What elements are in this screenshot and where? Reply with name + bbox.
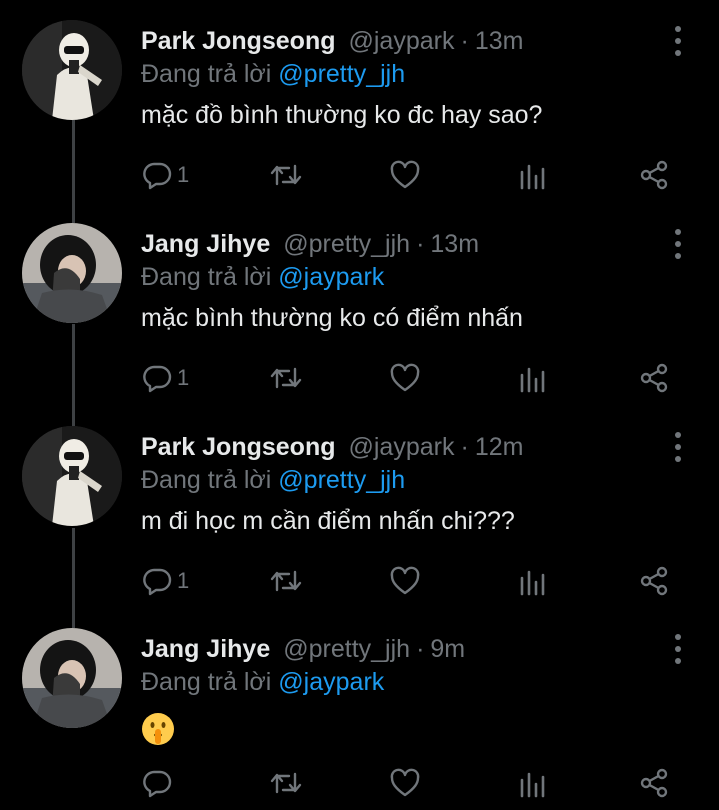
replying-to: Đang trả lời @pretty_jjh: [141, 466, 405, 495]
share-button[interactable]: [638, 561, 670, 601]
retweet-icon: [270, 164, 302, 186]
share-icon: [640, 768, 668, 798]
avatar[interactable]: [22, 20, 122, 120]
separator: ·: [460, 26, 469, 55]
reply-icon: [143, 365, 172, 393]
reply-button[interactable]: 1: [141, 155, 189, 195]
author-handle[interactable]: @pretty_jjh: [283, 230, 410, 259]
replying-to: Đang trả lời @jaypark: [141, 668, 384, 697]
like-button[interactable]: [389, 155, 421, 195]
tweet-actions: [141, 763, 681, 803]
tweet-header: Park Jongseong @jaypark · 12m: [141, 430, 523, 464]
tweet-header: Park Jongseong @jaypark · 13m: [141, 24, 523, 58]
more-options-icon[interactable]: [666, 26, 690, 56]
share-icon: [640, 566, 668, 596]
like-button[interactable]: [389, 561, 421, 601]
tweet-text: mặc bình thường ko có điểm nhấn: [141, 304, 523, 332]
share-button[interactable]: [638, 155, 670, 195]
reply-icon: [143, 568, 172, 596]
timestamp[interactable]: 13m: [430, 230, 479, 259]
analytics-icon: [520, 772, 545, 798]
replying-to-label: Đang trả lời: [141, 668, 272, 696]
mention-link[interactable]: @jaypark: [278, 668, 384, 696]
mention-link[interactable]: @pretty_jjh: [278, 60, 405, 88]
analytics-icon: [520, 367, 545, 393]
mention-link[interactable]: @jaypark: [278, 263, 384, 291]
share-icon: [640, 160, 668, 190]
analytics-icon: [520, 570, 545, 596]
analytics-icon: [520, 164, 545, 190]
reply-button[interactable]: 1: [141, 358, 189, 398]
reply-count: 1: [177, 162, 190, 187]
more-options-icon[interactable]: [666, 634, 690, 664]
replying-to: Đang trả lời @jaypark: [141, 263, 384, 292]
like-button[interactable]: [389, 358, 421, 398]
tweet-actions: 1: [141, 561, 681, 601]
timestamp[interactable]: 12m: [475, 433, 524, 462]
author-name[interactable]: Park Jongseong: [141, 27, 336, 56]
share-button[interactable]: [638, 358, 670, 398]
retweet-button[interactable]: [269, 358, 303, 398]
reply-count: 1: [177, 568, 190, 593]
tweet[interactable]: Jang Jihye @pretty_jjh · 9m Đang trả lời…: [0, 608, 719, 810]
shushing-face-emoji: [142, 713, 174, 745]
author-handle[interactable]: @jaypark: [349, 433, 455, 462]
timestamp[interactable]: 13m: [475, 27, 524, 56]
tweet-text: m đi học m cần điểm nhấn chi???: [141, 507, 515, 535]
separator: ·: [416, 229, 425, 258]
replying-to-label: Đang trả lời: [141, 263, 272, 291]
author-handle[interactable]: @pretty_jjh: [283, 635, 410, 664]
share-icon: [640, 363, 668, 393]
retweet-button[interactable]: [269, 561, 303, 601]
avatar[interactable]: [22, 628, 122, 728]
like-icon: [390, 566, 420, 595]
replying-to-label: Đang trả lời: [141, 60, 272, 88]
retweet-icon: [270, 772, 302, 794]
author-name[interactable]: Park Jongseong: [141, 433, 336, 462]
avatar[interactable]: [22, 223, 122, 323]
analytics-button[interactable]: [517, 763, 547, 803]
analytics-button[interactable]: [517, 155, 547, 195]
reply-icon: [143, 162, 172, 190]
separator: ·: [416, 634, 425, 663]
replying-to-label: Đang trả lời: [141, 466, 272, 494]
tweet-header: Jang Jihye @pretty_jjh · 13m: [141, 227, 479, 261]
timestamp[interactable]: 9m: [430, 635, 465, 664]
reply-count: 1: [177, 365, 190, 390]
author-handle[interactable]: @jaypark: [349, 27, 455, 56]
like-icon: [390, 363, 420, 392]
tweet[interactable]: Park Jongseong @jaypark · 13m Đang trả l…: [0, 0, 719, 202]
tweet[interactable]: Jang Jihye @pretty_jjh · 13m Đang trả lờ…: [0, 203, 719, 405]
more-options-icon[interactable]: [666, 432, 690, 462]
reply-button[interactable]: [141, 763, 173, 803]
reply-button[interactable]: 1: [141, 561, 189, 601]
like-icon: [390, 768, 420, 797]
reply-icon: [143, 770, 172, 798]
retweet-icon: [270, 367, 302, 389]
analytics-button[interactable]: [517, 561, 547, 601]
author-name[interactable]: Jang Jihye: [141, 230, 270, 259]
tweet-actions: 1: [141, 155, 681, 195]
mention-link[interactable]: @pretty_jjh: [278, 466, 405, 494]
share-button[interactable]: [638, 763, 670, 803]
separator: ·: [460, 432, 469, 461]
retweet-button[interactable]: [269, 155, 303, 195]
like-button[interactable]: [389, 763, 421, 803]
more-options-icon[interactable]: [666, 229, 690, 259]
tweet-header: Jang Jihye @pretty_jjh · 9m: [141, 632, 465, 666]
tweet[interactable]: Park Jongseong @jaypark · 12m Đang trả l…: [0, 406, 719, 608]
like-icon: [390, 160, 420, 189]
tweet-text: mặc đồ bình thường ko đc hay sao?: [141, 101, 543, 129]
avatar[interactable]: [22, 426, 122, 526]
tweet-actions: 1: [141, 358, 681, 398]
retweet-icon: [270, 570, 302, 592]
analytics-button[interactable]: [517, 358, 547, 398]
author-name[interactable]: Jang Jihye: [141, 635, 270, 664]
replying-to: Đang trả lời @pretty_jjh: [141, 60, 405, 89]
retweet-button[interactable]: [269, 763, 303, 803]
